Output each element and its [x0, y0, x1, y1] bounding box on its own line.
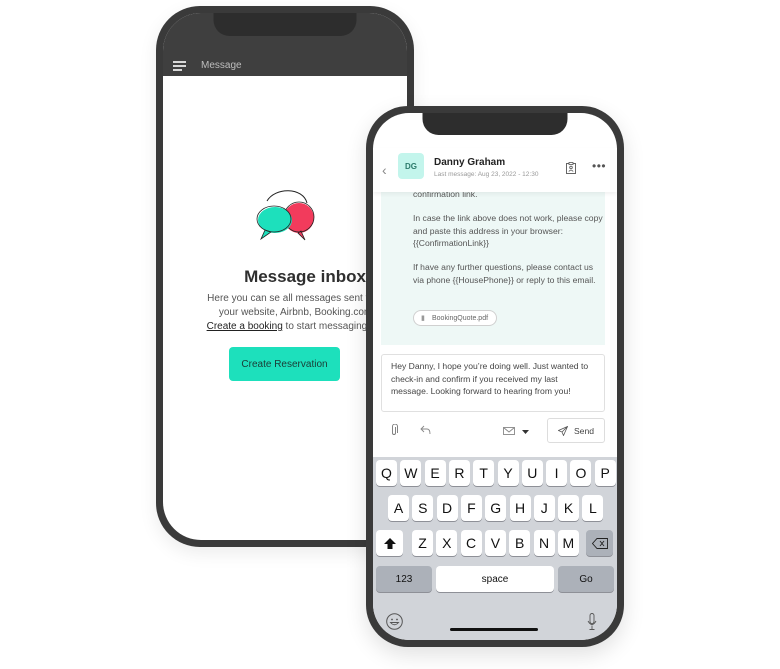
- attachment-pill[interactable]: ▮ BookingQuote.pdf: [413, 310, 498, 326]
- key-v[interactable]: V: [484, 530, 506, 556]
- avatar: DG: [398, 153, 424, 179]
- shift-arrow-icon: [383, 537, 396, 549]
- numbers-key[interactable]: 123: [376, 566, 432, 592]
- key-u[interactable]: U: [521, 460, 543, 486]
- chat-header: ‹ DG Danny Graham Last message: Aug 23, …: [373, 148, 617, 192]
- phone-notch: [213, 13, 357, 36]
- reply-textarea[interactable]: Hey Danny, I hope you’re doing well. Jus…: [381, 354, 605, 412]
- contact-name: Danny Graham: [434, 157, 506, 168]
- more-options-icon[interactable]: •••: [592, 159, 606, 173]
- paperclip-icon: ▮: [421, 315, 425, 322]
- space-key[interactable]: space: [436, 566, 554, 592]
- home-indicator: [450, 628, 538, 631]
- key-c[interactable]: C: [460, 530, 482, 556]
- message-card: confirmation link. In case the link abov…: [381, 185, 605, 345]
- key-l[interactable]: L: [582, 495, 604, 521]
- shift-key[interactable]: [376, 530, 403, 556]
- key-d[interactable]: D: [436, 495, 458, 521]
- key-y[interactable]: Y: [497, 460, 519, 486]
- on-screen-keyboard: 123 space Go QWERTYUIOP ASDFGHJKL ZXCVBNM: [373, 457, 617, 640]
- key-h[interactable]: H: [509, 495, 531, 521]
- create-reservation-button[interactable]: Create Reservation: [229, 347, 340, 381]
- key-f[interactable]: F: [460, 495, 482, 521]
- key-o[interactable]: O: [570, 460, 592, 486]
- message-paragraph-2: In case the link above does not work, pl…: [413, 213, 603, 248]
- email-channel-icon[interactable]: [503, 427, 515, 435]
- send-label: Send: [573, 425, 595, 436]
- front-phone: ‹ DG Danny Graham Last message: Aug 23, …: [366, 106, 624, 647]
- key-m[interactable]: M: [557, 530, 579, 556]
- top-app-bar: Message: [163, 13, 407, 76]
- send-plane-icon: [557, 425, 568, 436]
- topbar-title: Message: [201, 60, 242, 71]
- key-a[interactable]: A: [388, 495, 409, 521]
- chevron-down-icon[interactable]: [522, 430, 529, 434]
- phone-notch: [422, 113, 568, 135]
- last-message-timestamp: Last message: Aug 23, 2022 - 12:30: [434, 171, 539, 178]
- key-p[interactable]: P: [594, 460, 616, 486]
- key-r[interactable]: R: [448, 460, 470, 486]
- backspace-icon: [591, 537, 608, 549]
- key-k[interactable]: K: [558, 495, 580, 521]
- attachment-name: BookingQuote.pdf: [432, 314, 489, 322]
- key-j[interactable]: J: [533, 495, 555, 521]
- key-t[interactable]: T: [473, 460, 495, 486]
- key-x[interactable]: X: [436, 530, 458, 556]
- key-n[interactable]: N: [533, 530, 555, 556]
- message-paragraph-3: If have any further questions, please co…: [413, 262, 596, 285]
- key-s[interactable]: S: [412, 495, 434, 521]
- backspace-key[interactable]: [586, 530, 613, 556]
- clipboard-contact-icon[interactable]: [566, 162, 576, 174]
- front-phone-screen: ‹ DG Danny Graham Last message: Aug 23, …: [373, 113, 617, 640]
- reply-arrow-icon[interactable]: [420, 425, 431, 435]
- attach-file-icon[interactable]: [390, 424, 398, 436]
- back-chevron-icon[interactable]: ‹: [382, 162, 387, 178]
- key-w[interactable]: W: [400, 460, 422, 486]
- microphone-icon[interactable]: [587, 613, 597, 630]
- key-z[interactable]: Z: [412, 530, 433, 556]
- chat-bubbles-illustration-icon: [256, 190, 315, 241]
- key-e[interactable]: E: [424, 460, 446, 486]
- send-button[interactable]: Send: [547, 418, 605, 443]
- key-b[interactable]: B: [509, 530, 531, 556]
- key-q[interactable]: Q: [376, 460, 397, 486]
- key-i[interactable]: I: [546, 460, 568, 486]
- create-booking-link[interactable]: Create a booking: [207, 321, 283, 332]
- emoji-icon[interactable]: [386, 613, 403, 630]
- key-g[interactable]: G: [485, 495, 507, 521]
- hamburger-menu-icon[interactable]: [173, 61, 186, 71]
- go-key[interactable]: Go: [558, 566, 614, 592]
